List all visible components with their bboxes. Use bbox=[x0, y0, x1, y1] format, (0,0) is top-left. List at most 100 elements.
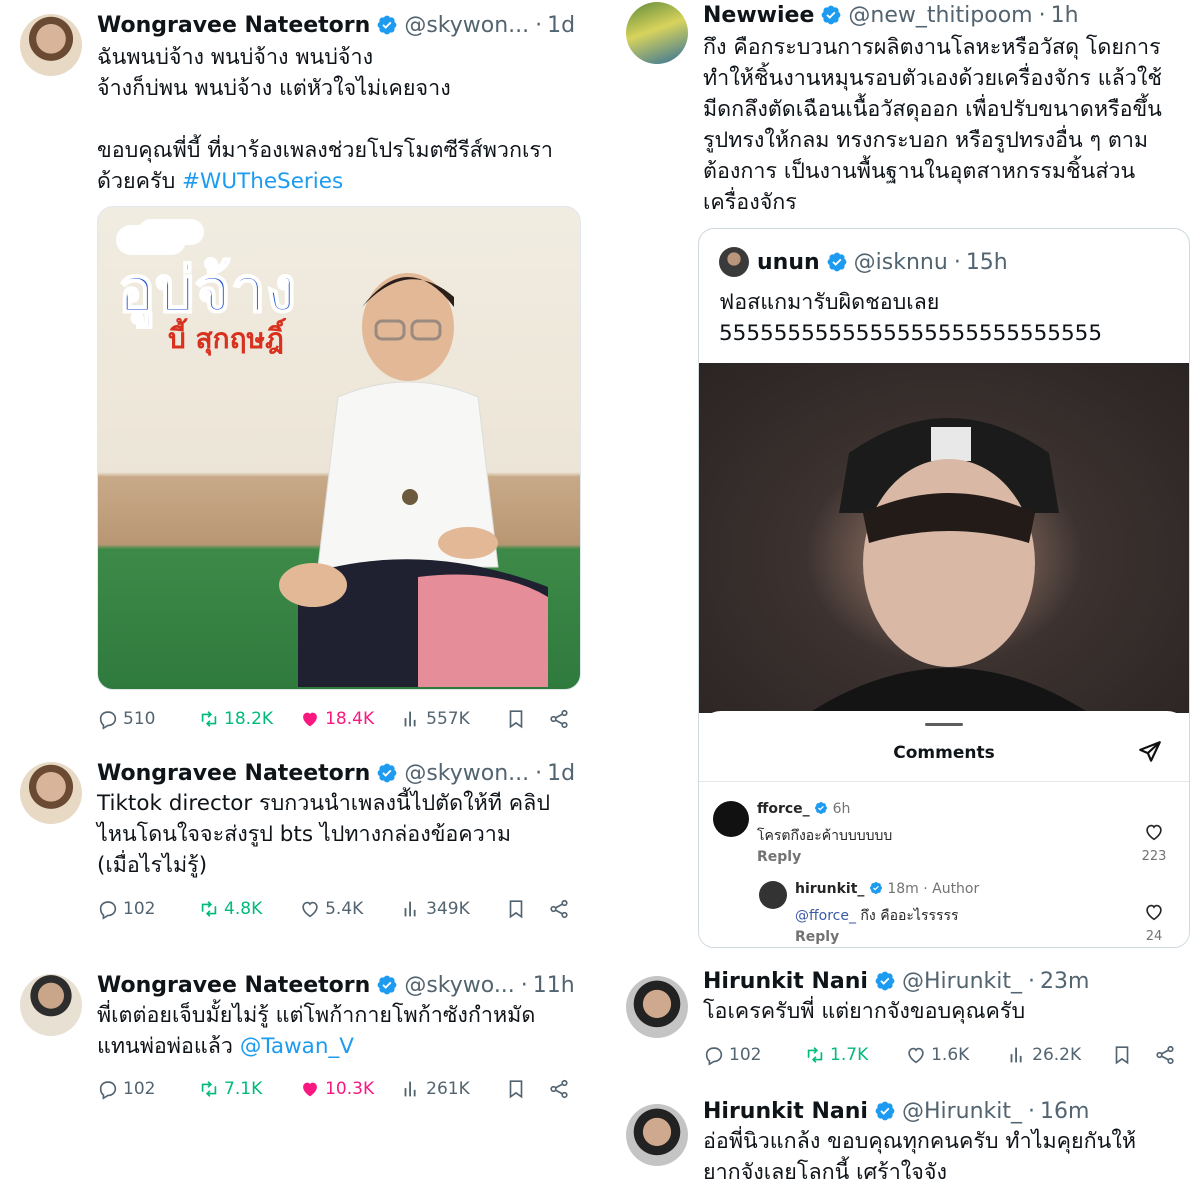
share-button[interactable] bbox=[1154, 1044, 1183, 1066]
text-line: เครื่องจักร bbox=[703, 190, 797, 215]
avatar[interactable] bbox=[626, 1104, 688, 1166]
verified-badge-icon bbox=[869, 881, 883, 895]
reply-count: 102 bbox=[729, 1045, 762, 1065]
comment-username[interactable]: hirunkit_ bbox=[795, 881, 864, 897]
tweet-wongravee-3[interactable]: Wongravee Nateetorn @skywo... · 11h ⋮ พี… bbox=[0, 962, 594, 1200]
quoted-tweet[interactable]: unun @isknnu · 15h ฟอสแกมารับผิดชอบเลย 5… bbox=[698, 228, 1190, 948]
timestamp[interactable]: 16m bbox=[1040, 1099, 1089, 1124]
like-button[interactable]: 10.3K bbox=[299, 1078, 400, 1100]
verified-badge-icon bbox=[874, 1100, 896, 1122]
author-handle[interactable]: @Hirunkit_ bbox=[902, 969, 1022, 994]
tweet-actions: 510 18.2K 18.4K 557K bbox=[97, 704, 577, 734]
share-button[interactable] bbox=[548, 898, 577, 920]
author-name[interactable]: Newwiee bbox=[703, 3, 814, 28]
timestamp[interactable]: 11h bbox=[533, 973, 575, 998]
author-handle[interactable]: @new_thitipoom bbox=[848, 3, 1032, 28]
tweet-wongravee-2[interactable]: Wongravee Nateetorn @skywon... · 1d ⋮ Ti… bbox=[0, 752, 594, 962]
heart-filled-icon bbox=[299, 1078, 321, 1100]
avatar[interactable] bbox=[626, 2, 688, 64]
quote-text: ฟอสแกมารับผิดชอบเลย 55555555555555555555… bbox=[719, 287, 1179, 349]
share-button[interactable] bbox=[548, 708, 577, 730]
repost-button[interactable]: 1.7K bbox=[804, 1044, 905, 1066]
avatar[interactable] bbox=[20, 974, 82, 1036]
views-button[interactable]: 26.2K bbox=[1006, 1044, 1111, 1066]
comment-username[interactable]: fforce_ bbox=[757, 801, 810, 817]
like-button[interactable]: 18.4K bbox=[299, 708, 400, 730]
more-options-icon[interactable]: ⋮ bbox=[575, 973, 584, 998]
views-button[interactable]: 349K bbox=[400, 898, 505, 920]
comment-text: โครตกึงอะค้าบบบบบบ bbox=[757, 828, 893, 844]
reply-button[interactable]: 102 bbox=[97, 1078, 198, 1100]
timestamp[interactable]: 1d bbox=[547, 761, 575, 786]
quote-author-name[interactable]: unun bbox=[757, 250, 820, 275]
send-icon[interactable] bbox=[1137, 739, 1163, 765]
heart-icon[interactable] bbox=[1143, 901, 1165, 923]
tweet-header: Hirunkit Nani @Hirunkit_ · 16m bbox=[703, 1096, 1190, 1126]
avatar[interactable] bbox=[20, 14, 82, 76]
comment-avatar[interactable] bbox=[759, 881, 787, 909]
author-name[interactable]: Hirunkit Nani bbox=[703, 969, 868, 994]
more-options-icon[interactable]: ⋮ bbox=[575, 761, 584, 786]
verified-badge-icon bbox=[820, 4, 842, 26]
tweet-newwiee[interactable]: Newwiee @new_thitipoom · 1h กึง คือกระบว… bbox=[606, 0, 1200, 960]
reply-button[interactable]: 102 bbox=[97, 898, 198, 920]
author-handle[interactable]: @Hirunkit_ bbox=[902, 1099, 1022, 1124]
author-name[interactable]: Hirunkit Nani bbox=[703, 1099, 868, 1124]
like-button[interactable]: 5.4K bbox=[299, 898, 400, 920]
share-button[interactable] bbox=[548, 1078, 577, 1100]
repost-button[interactable]: 7.1K bbox=[198, 1078, 299, 1100]
bookmark-button[interactable] bbox=[505, 708, 548, 730]
reply-button[interactable]: 510 bbox=[97, 708, 198, 730]
quote-author-handle[interactable]: @isknnu bbox=[854, 250, 948, 275]
hashtag-link[interactable]: #WUTheSeries bbox=[182, 169, 343, 194]
comment-time: 18m · Author bbox=[887, 881, 980, 897]
bookmark-button[interactable] bbox=[1111, 1044, 1154, 1066]
like-button[interactable]: 1.6K bbox=[905, 1044, 1006, 1066]
timestamp[interactable]: 1d bbox=[547, 13, 575, 38]
views-button[interactable]: 557K bbox=[400, 708, 505, 730]
heart-icon[interactable] bbox=[1143, 821, 1165, 843]
text-line: ยากจังเลยโลกนี้ เศร้าใจจัง bbox=[703, 1160, 947, 1185]
repost-button[interactable]: 18.2K bbox=[198, 708, 299, 730]
verified-badge-icon bbox=[874, 970, 896, 992]
reply-count: 102 bbox=[123, 1079, 156, 1099]
comment-mention[interactable]: @fforce_ bbox=[795, 908, 856, 924]
share-icon bbox=[548, 1078, 570, 1100]
quote-image[interactable] bbox=[699, 363, 1189, 713]
comment-reply-button[interactable]: Reply bbox=[757, 849, 801, 865]
timestamp[interactable]: 23m bbox=[1040, 969, 1089, 994]
author-handle[interactable]: @skywon... bbox=[404, 761, 529, 786]
avatar[interactable] bbox=[626, 976, 688, 1038]
author-handle[interactable]: @skywon... bbox=[404, 13, 529, 38]
views-icon bbox=[400, 898, 422, 920]
comment-reply-button[interactable]: Reply bbox=[795, 929, 839, 945]
reply-button[interactable]: 102 bbox=[703, 1044, 804, 1066]
tweet-hirunkit-2[interactable]: Hirunkit Nani @Hirunkit_ · 16m อ่อพี่นิว… bbox=[606, 1092, 1200, 1200]
author-name[interactable]: Wongravee Nateetorn bbox=[97, 761, 370, 786]
sheet-grabber[interactable] bbox=[925, 723, 963, 726]
mention-link[interactable]: @Tawan_V bbox=[240, 1034, 354, 1059]
quote-timestamp[interactable]: 15h bbox=[966, 250, 1008, 275]
repost-button[interactable]: 4.8K bbox=[198, 898, 299, 920]
views-icon bbox=[1006, 1044, 1028, 1066]
bookmark-icon bbox=[505, 1078, 527, 1100]
collage-divider bbox=[594, 0, 606, 1200]
bookmark-button[interactable] bbox=[505, 898, 548, 920]
text-line: กึง คือกระบวนการผลิตงานโลหะหรือวัสดุ โดย… bbox=[703, 35, 1161, 60]
avatar[interactable] bbox=[20, 762, 82, 824]
tweet-wongravee-1[interactable]: Wongravee Nateetorn @skywon... · 1d ⋮ ฉั… bbox=[0, 0, 594, 752]
tweet-hirunkit-1[interactable]: Hirunkit Nani @Hirunkit_ · 23m โอเครครับ… bbox=[606, 962, 1200, 1092]
author-name[interactable]: Wongravee Nateetorn bbox=[97, 13, 370, 38]
tweet-image[interactable]: อูบ่จ้าง บี้ สุกฤษฎิ์ bbox=[97, 206, 581, 690]
author-handle[interactable]: @skywo... bbox=[404, 973, 514, 998]
quote-avatar[interactable] bbox=[719, 247, 749, 277]
more-options-icon[interactable]: ⋮ bbox=[575, 13, 584, 38]
poster-subtitle: บี้ สุกฤษฎิ์ bbox=[168, 322, 284, 355]
comment-reply-item: hirunkit_ 18m · Author @fforce_ กึง คืออ… bbox=[759, 881, 1173, 947]
timestamp[interactable]: 1h bbox=[1051, 3, 1079, 28]
comment-avatar[interactable] bbox=[713, 801, 749, 837]
bookmark-button[interactable] bbox=[505, 1078, 548, 1100]
author-name[interactable]: Wongravee Nateetorn bbox=[97, 973, 370, 998]
views-button[interactable]: 261K bbox=[400, 1078, 505, 1100]
separator-dot: · bbox=[1028, 968, 1036, 994]
